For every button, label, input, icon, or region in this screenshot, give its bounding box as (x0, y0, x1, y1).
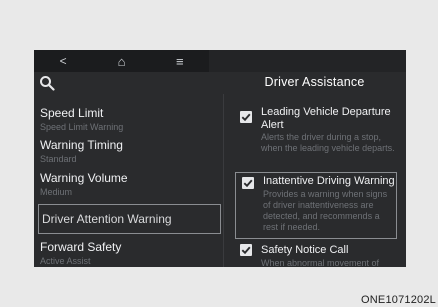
menu-item-driver-attention-warning[interactable]: Driver Attention Warning (38, 204, 221, 234)
search-bar (34, 72, 223, 94)
menu-item-warning-timing[interactable]: Warning Timing Standard (40, 138, 216, 165)
menu-item-value: Speed Limit Warning (40, 122, 124, 132)
menu-button[interactable]: ≡ (151, 50, 209, 72)
checkbox-checked[interactable] (240, 111, 252, 123)
options-pane: Leading Vehicle Departure Alert Alerts t… (234, 98, 398, 267)
pane-divider (223, 94, 224, 267)
menu-item-warning-volume[interactable]: Warning Volume Medium (40, 171, 216, 198)
search-icon (40, 76, 55, 91)
top-nav-bar: < ⌂ ≡ (34, 50, 209, 72)
search-button[interactable] (39, 75, 55, 91)
menu-item-value: Active Assist (40, 256, 91, 266)
menu-item-value: Medium (40, 187, 73, 197)
figure-code: ONE1071202L (361, 294, 436, 306)
option-leading-vehicle-departure-alert[interactable]: Leading Vehicle Departure Alert Alerts t… (234, 106, 398, 154)
option-inattentive-driving-warning[interactable]: Inattentive Driving Warning Provides a w… (235, 172, 397, 239)
menu-item-speed-limit[interactable]: Speed Limit Speed Limit Warning (40, 106, 216, 133)
menu-icon: ≡ (176, 53, 184, 69)
infotainment-screen: < ⌂ ≡ Driver Assistance Speed Limit Spee… (34, 50, 406, 267)
checkbox-checked[interactable] (242, 177, 254, 189)
option-description: Alerts the driver during a stop, when th… (261, 132, 395, 153)
option-label: Safety Notice Call (261, 244, 349, 256)
menu-item-value: Standard (40, 154, 77, 164)
back-icon: < (59, 54, 67, 68)
back-button[interactable]: < (34, 50, 92, 72)
page-title: Driver Assistance (264, 75, 365, 89)
check-icon (241, 246, 251, 255)
option-description: When abnormal movement of (261, 257, 380, 268)
menu-item-label: Forward Safety (40, 240, 122, 254)
menu-item-forward-safety[interactable]: Forward Safety Active Assist (40, 240, 216, 267)
home-icon: ⌂ (117, 53, 126, 69)
check-icon (241, 113, 251, 122)
top-bar-filler (209, 50, 406, 72)
check-icon (243, 179, 253, 188)
settings-menu: Speed Limit Speed Limit Warning Warning … (34, 98, 223, 267)
option-label: Inattentive Driving Warning (263, 175, 395, 187)
option-safety-notice-call[interactable]: Safety Notice Call When abnormal movemen… (234, 244, 398, 267)
menu-item-label: Driver Attention Warning (42, 212, 172, 226)
option-description: Provides a warning when signs of driver … (263, 188, 388, 232)
menu-item-label: Speed Limit (40, 106, 104, 120)
menu-item-label: Warning Volume (40, 171, 128, 185)
option-label: Leading Vehicle Departure Alert (261, 106, 391, 131)
menu-item-label: Warning Timing (40, 138, 123, 152)
home-button[interactable]: ⌂ (92, 50, 150, 72)
checkbox-checked[interactable] (240, 244, 252, 256)
